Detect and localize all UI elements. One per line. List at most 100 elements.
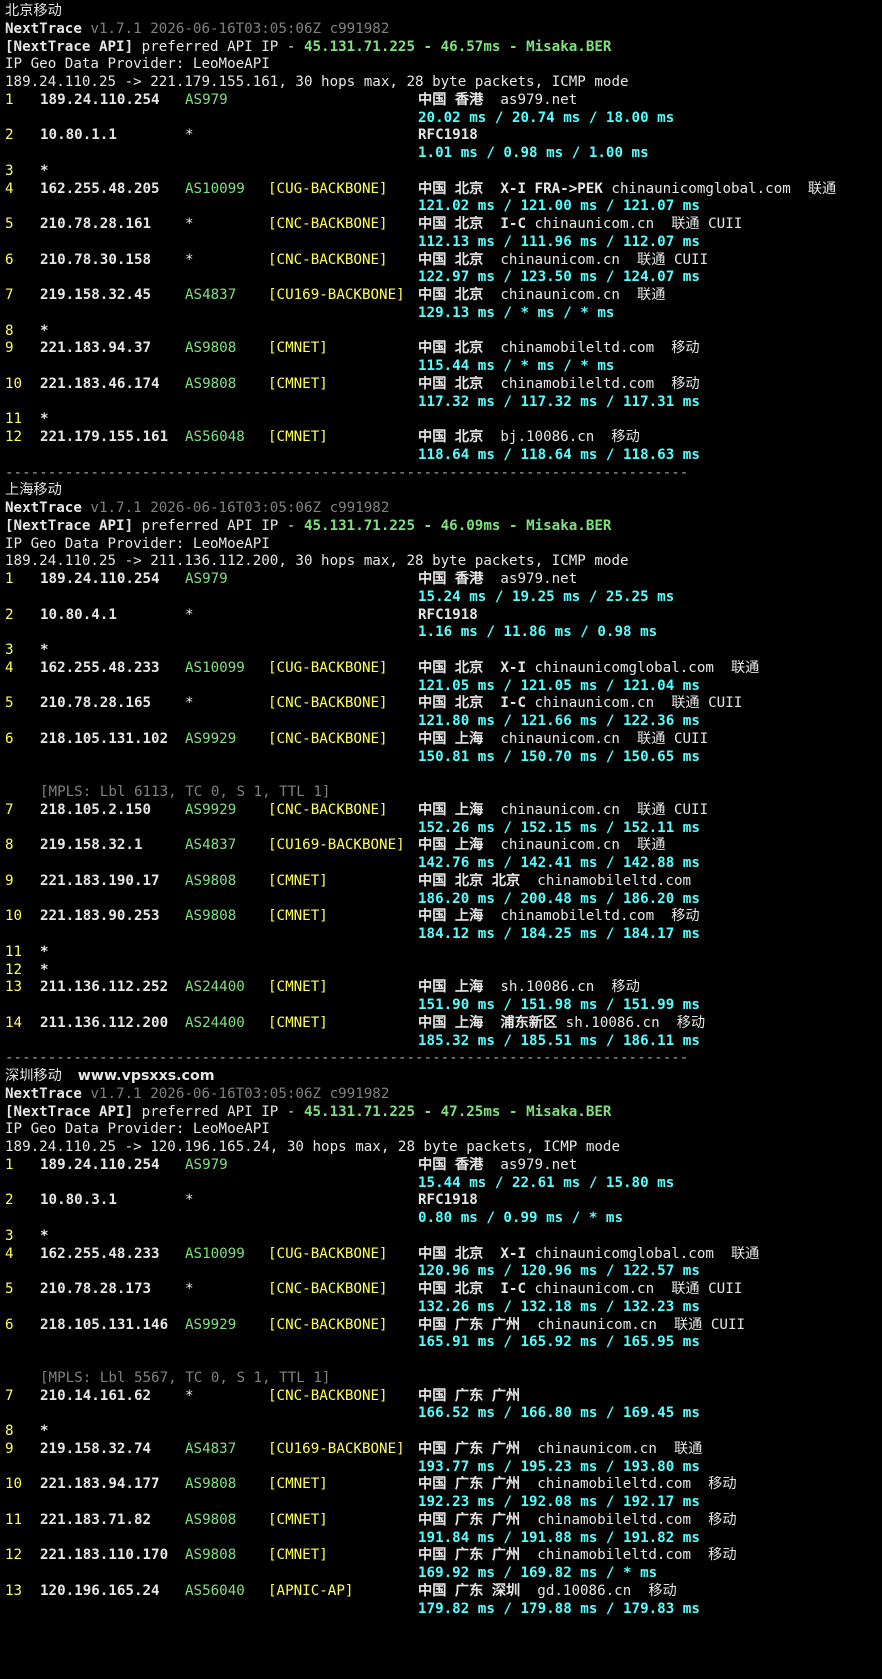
hop-geo-domain: chinamobileltd.com 移动 (520, 1476, 737, 1493)
hop-latency-row: 15.24 ms / 19.25 ms / 25.25 ms (5, 589, 882, 607)
hop-row: 2 10.80.3.1 * RFC1918 (5, 1192, 882, 1210)
hop-number: 5 (5, 695, 14, 712)
hop-asn: AS979 (185, 1156, 228, 1173)
hop-ip: 10.80.3.1 (40, 1192, 117, 1209)
hop-latency: 184.12 ms / 184.25 ms / 184.17 ms (418, 926, 700, 942)
hop-ip: 162.255.48.233 (40, 659, 160, 676)
hop-row: 11 * (5, 411, 882, 429)
hop-row: 2 10.80.1.1 * RFC1918 (5, 127, 882, 145)
mpls-row: [MPLS: Lbl 5567, TC 0, S 1, TTL 1] (5, 1370, 882, 1388)
hop-asn: * (185, 606, 194, 623)
hop-row: 4 162.255.48.233 AS10099 [CUG-BACKBONE] 中国 北… (5, 1246, 882, 1264)
hop-ip: 189.24.110.254 (40, 571, 160, 587)
hop-geo-location: 中国 北京 (418, 287, 484, 303)
hop-latency: 132.26 ms / 132.18 ms / 132.23 ms (418, 1298, 700, 1315)
hop-row: 14 211.136.112.200 AS24400 [CMNET] 中国 上海 浦东新… (5, 1015, 882, 1033)
hop-number: 12 (5, 1547, 23, 1564)
hop-latency-row: 121.02 ms / 121.00 ms / 121.07 ms (5, 198, 882, 216)
hop-number: 10 (5, 1476, 23, 1493)
hop-latency-row: 112.13 ms / 111.96 ms / 112.07 ms (5, 234, 882, 252)
hop-geo: RFC1918 (418, 607, 478, 625)
api-sep: - (415, 38, 441, 55)
hop-row: 5 210.78.28.165 * [CNC-BACKBONE] 中国 北京 I-C c… (5, 695, 882, 713)
hop-latency-row: 122.97 ms / 123.50 ms / 124.07 ms (5, 269, 882, 287)
hop-backbone-tag: [CMNET] (268, 429, 328, 445)
hop-geo-location: 中国 香港 (418, 571, 484, 587)
hop-row: 4 162.255.48.233 AS10099 [CUG-BACKBONE] 中国 北… (5, 660, 882, 678)
hop-asn: AS24400 (185, 1014, 245, 1031)
hop-geo-location: 中国 北京 X-I FRA->PEK (418, 180, 603, 197)
hop-geo: 中国 广东 深圳 gd.10086.cn 移动 (418, 1583, 677, 1601)
section-separator: ----------------------------------------… (5, 1050, 882, 1068)
hop-number: 9 (5, 1440, 14, 1457)
hop-latency: 193.77 ms / 195.23 ms / 193.80 ms (418, 1458, 700, 1475)
hop-row: 11 221.183.71.82 AS9808 [CMNET] 中国 广东 广州 chi… (5, 1512, 882, 1530)
hop-asn: AS9808 (185, 1476, 237, 1493)
hop-geo: 中国 广东 广州 chinamobileltd.com 移动 (418, 1512, 737, 1530)
hop-number: 7 (5, 1387, 14, 1404)
trace-line: 189.24.110.25 -> 221.179.155.161, 30 hop… (5, 74, 882, 92)
hop-asn: AS56040 (185, 1582, 245, 1599)
hop-row: 12 221.179.155.161 AS56048 [CMNET] 中国 北京 bj.… (5, 429, 882, 447)
hop-geo-location: 中国 北京 I-C (418, 216, 526, 232)
trace-line: 189.24.110.25 -> 211.136.112.200, 30 hop… (5, 553, 882, 571)
hop-ip: 221.183.71.82 (40, 1511, 152, 1528)
hop-latency: 0.80 ms / 0.99 ms / * ms (418, 1210, 623, 1226)
geo-provider-text: IP Geo Data Provider: LeoMoeAPI (5, 535, 270, 552)
hop-ip: 219.158.32.1 (40, 837, 143, 854)
hop-blank (5, 766, 882, 784)
hop-number: 1 (5, 91, 14, 108)
hop-geo: 中国 广东 广州 (418, 1388, 520, 1406)
hop-backbone-tag: [CMNET] (268, 1511, 328, 1528)
hop-geo-domain: as979.net (483, 571, 578, 587)
hop-geo-location: 中国 上海 (418, 908, 484, 925)
hop-geo: 中国 广东 广州 chinaunicom.cn 联通 CUII (418, 1317, 745, 1335)
hop-ip: 221.183.110.170 (40, 1547, 169, 1564)
hop-ip: * (40, 642, 49, 658)
hop-geo-domain: chinamobileltd.com (520, 872, 692, 889)
hop-geo: 中国 北京 bj.10086.cn 移动 (418, 429, 640, 447)
hop-backbone-tag: [CMNET] (268, 1476, 328, 1493)
hop-ip: 218.105.131.146 (40, 1316, 169, 1333)
hop-latency-row: 166.52 ms / 166.80 ms / 169.45 ms (5, 1405, 882, 1423)
hop-asn: AS4837 (185, 287, 237, 303)
hop-latency: 186.20 ms / 200.48 ms / 186.20 ms (418, 890, 700, 907)
hop-number: 11 (5, 943, 23, 960)
hop-asn: AS9808 (185, 1547, 237, 1564)
hop-geo-location: 中国 北京 (418, 251, 484, 268)
hop-asn: * (185, 216, 194, 232)
hop-geo-domain: gd.10086.cn 移动 (520, 1582, 677, 1599)
hop-geo-domain: sh.10086.cn 移动 (557, 1014, 706, 1031)
hop-geo: 中国 北京 chinamobileltd.com 移动 (418, 340, 700, 358)
api-prefix: [NextTrace API] (5, 517, 134, 534)
hop-latency: 192.23 ms / 192.08 ms / 192.17 ms (418, 1494, 700, 1510)
hop-geo-domain: chinamobileltd.com 移动 (483, 375, 700, 392)
hop-geo: RFC1918 (418, 127, 478, 145)
api-latency: 46.57ms (440, 38, 501, 55)
hop-number: 9 (5, 872, 14, 889)
hop-geo-domain: as979.net (483, 1156, 578, 1173)
hop-row: 2 10.80.4.1 * RFC1918 (5, 607, 882, 625)
hop-asn: AS979 (185, 571, 228, 587)
hop-number: 8 (5, 837, 14, 854)
hop-geo: 中国 北京 X-I FRA->PEK chinaunicomglobal.com… (418, 181, 836, 199)
hop-row: 9 221.183.190.17 AS9808 [CMNET] 中国 北京 北京 chi… (5, 873, 882, 891)
hop-backbone-tag: [CMNET] (268, 340, 328, 357)
api-line: [NextTrace API] preferred API IP - 45.13… (5, 518, 882, 536)
hop-backbone-tag: [CU169-BACKBONE] (268, 837, 405, 854)
hop-geo: 中国 上海 chinaunicom.cn 联通 CUII (418, 731, 708, 749)
hop-geo: 中国 上海 chinamobileltd.com 移动 (418, 908, 700, 926)
section-title-text: 北京移动 (5, 3, 62, 19)
hop-row: 9 221.183.94.37 AS9808 [CMNET] 中国 北京 chinamo… (5, 340, 882, 358)
trace-summary: 189.24.110.25 -> 221.179.155.161, 30 hop… (5, 74, 629, 90)
hop-number: 4 (5, 1245, 14, 1262)
hop-geo-location: RFC1918 (418, 1192, 478, 1209)
hop-ip: 219.158.32.74 (40, 1440, 152, 1457)
hop-latency: 191.84 ms / 191.88 ms / 191.82 ms (418, 1529, 700, 1546)
hop-latency: 129.13 ms / * ms / * ms (418, 304, 615, 321)
hop-number: 5 (5, 216, 14, 232)
hop-row: 13 211.136.112.252 AS24400 [CMNET] 中国 上海 sh.… (5, 979, 882, 997)
hop-asn: AS9808 (185, 340, 237, 357)
version-line: NextTrace v1.7.1 2026-06-16T03:05:06Z c9… (5, 1086, 882, 1104)
hop-ip: 218.105.2.150 (40, 801, 152, 818)
